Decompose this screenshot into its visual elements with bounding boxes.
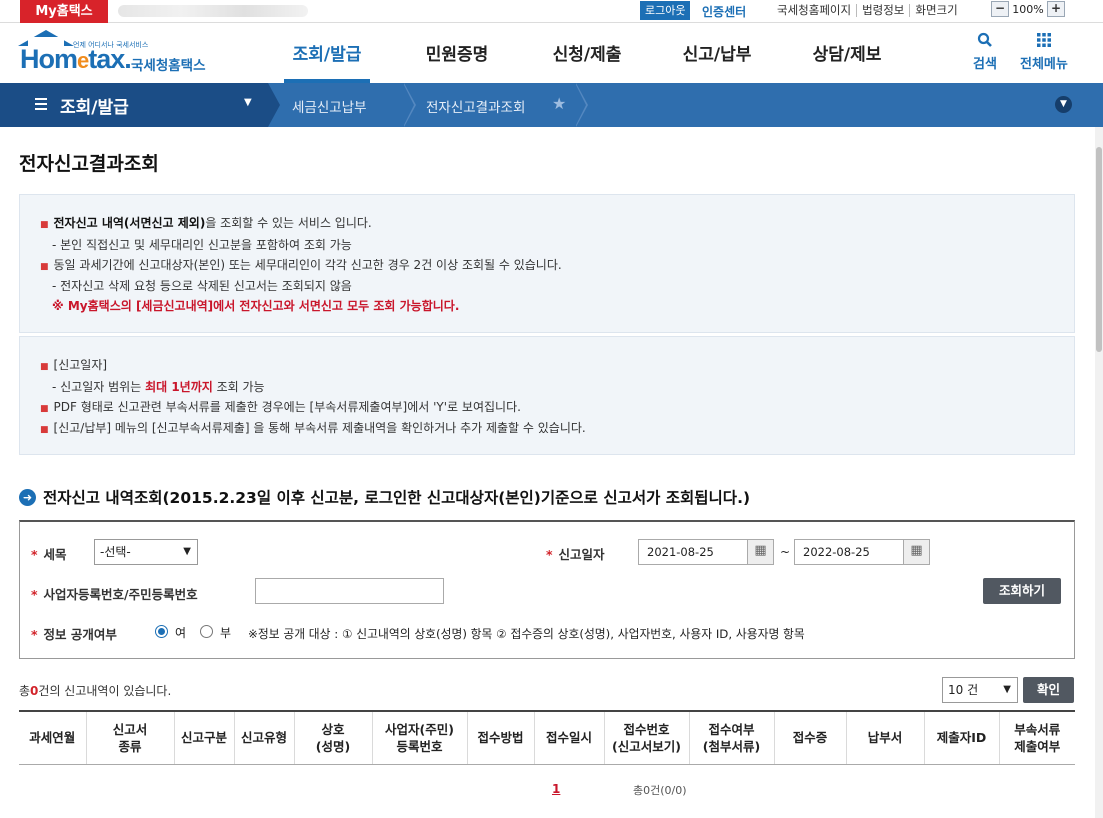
logo-wordmark: Hometax. bbox=[20, 44, 132, 74]
report-date-label: * 신고일자 bbox=[546, 547, 605, 562]
global-nav: 조회/발급 민원증명 신청/제출 신고/납부 상담/제보 bbox=[262, 24, 912, 83]
business-number-label: * 사업자등록번호/주민등록번호 bbox=[31, 587, 198, 602]
disclosure-yes-label[interactable]: 여 bbox=[175, 624, 186, 641]
column-header: 납부서 bbox=[846, 711, 925, 765]
gnb-inquiry-issue[interactable]: 조회/발급 bbox=[262, 24, 392, 83]
location-section-title: 조회/발급 bbox=[60, 98, 129, 118]
column-header: 접수여부 (첨부서류) bbox=[689, 711, 775, 765]
search-button[interactable]: 조회하기 bbox=[983, 578, 1061, 604]
redacted-user-info bbox=[118, 5, 308, 17]
arrow-right-circle-icon: ➜ bbox=[19, 488, 36, 506]
zoom-control: − 100% + bbox=[991, 1, 1065, 17]
pagination-summary: 총0건(0/0) bbox=[633, 784, 687, 797]
column-header: 접수방법 bbox=[467, 711, 535, 765]
search-form: * 세목 -선택- ▼ * 신고일자 2021-08-25 ▦ ~ 2022-08-2… bbox=[19, 520, 1075, 659]
info-pdf-line: PDF 형태로 신고관련 부속서류를 제출한 경우에는 [부속서류제출여부]에서… bbox=[53, 399, 521, 414]
gnb-apply-submit[interactable]: 신청/제출 bbox=[522, 24, 652, 83]
search-section-heading: ➜ 전자신고 내역조회(2015.2.23일 이후 신고분, 로그인한 신고대상… bbox=[19, 486, 750, 508]
law-info-link[interactable]: 법령정보 bbox=[856, 4, 909, 17]
info-service-sub1: - 본인 직접신고 및 세무대리인 신고분을 포함하여 조회 가능 bbox=[52, 237, 352, 252]
business-number-input[interactable] bbox=[255, 578, 444, 604]
scrollbar-thumb[interactable] bbox=[1096, 147, 1102, 352]
disclosure-no-radio[interactable] bbox=[200, 625, 213, 638]
page-scrollbar[interactable] bbox=[1095, 127, 1103, 818]
column-header: 상호 (성명) bbox=[294, 711, 373, 765]
tax-type-select[interactable]: -선택- ▼ bbox=[94, 539, 198, 565]
search-label: 검색 bbox=[973, 57, 997, 72]
logout-button[interactable]: 로그아웃 bbox=[640, 1, 691, 20]
my-hometax-tab[interactable]: My홈택스 bbox=[20, 0, 108, 23]
column-header: 부속서류 제출여부 bbox=[999, 711, 1075, 765]
caret-down-icon: ▼ bbox=[244, 97, 252, 108]
info-service-bold: 전자신고 내역(서면신고 제외) bbox=[53, 216, 206, 230]
date-to-input[interactable]: 2022-08-25 bbox=[794, 539, 904, 565]
info-date-heading: [신고일자] bbox=[53, 358, 108, 372]
disclosure-no-label[interactable]: 부 bbox=[220, 624, 231, 641]
info-attach-line: [신고/납부] 메뉴의 [신고부속서류제출] 을 통해 부속서류 제출내역을 확… bbox=[53, 421, 586, 436]
breadcrumb-tax-report[interactable]: 세금신고납부 bbox=[292, 96, 367, 116]
column-header: 접수증 bbox=[774, 711, 847, 765]
all-menu-button[interactable]: 전체메뉴 bbox=[1020, 32, 1068, 72]
breadcrumb-e-filing-result[interactable]: 전자신고결과조회 bbox=[426, 96, 525, 116]
search-section-title: 전자신고 내역조회(2015.2.23일 이후 신고분, 로그인한 신고대상자(… bbox=[43, 489, 751, 507]
chevron-down-icon: ▼ bbox=[1003, 684, 1011, 695]
nts-homepage-link[interactable]: 국세청홈페이지 bbox=[772, 4, 856, 17]
info-service-sub2: - 전자신고 삭제 요청 등으로 삭제된 신고서는 조회되지 않음 bbox=[52, 279, 352, 294]
pagination-page-1[interactable]: 1 bbox=[552, 782, 560, 796]
zoom-value: 100% bbox=[1012, 2, 1044, 16]
cert-center-link[interactable]: 인증센터 bbox=[702, 3, 746, 20]
hamburger-icon bbox=[35, 98, 47, 113]
location-section-dropdown[interactable]: 조회/발급 ▼ bbox=[0, 83, 268, 127]
date-range-tilde: ~ bbox=[780, 545, 791, 559]
page-size-select[interactable]: 10 건 ▼ bbox=[942, 677, 1018, 703]
hometax-logo[interactable]: 언제 어디서나 국세서비스 Hometax. 국세청홈택스 bbox=[18, 30, 218, 76]
site-header: 언제 어디서나 국세서비스 Hometax. 국세청홈택스 조회/발급 민원증명… bbox=[0, 24, 1103, 83]
disclosure-yes-radio[interactable] bbox=[155, 625, 168, 638]
all-menu-label: 전체메뉴 bbox=[1020, 57, 1068, 72]
result-count: 총0건의 신고내역이 있습니다. bbox=[19, 684, 172, 698]
location-bar: 조회/발급 ▼ 세금신고납부 전자신고결과조회 ★ ▼ bbox=[0, 83, 1103, 127]
gnb-report-pay[interactable]: 신고/납부 bbox=[652, 24, 782, 83]
zoom-in-button[interactable]: + bbox=[1047, 1, 1065, 17]
calendar-icon[interactable]: ▦ bbox=[903, 539, 930, 565]
gnb-certificates[interactable]: 민원증명 bbox=[392, 24, 522, 83]
column-header: 접수일시 bbox=[534, 711, 605, 765]
logo-korean-name: 국세청홈택스 bbox=[131, 58, 206, 74]
result-table: 과세연월 신고서 종류 신고구분 신고유형 상호 (성명) 사업자(주민) 등록번호 접수방법 접수… bbox=[19, 710, 1075, 765]
column-header: 신고구분 bbox=[174, 711, 235, 765]
column-header: 접수번호 (신고서보기) bbox=[604, 711, 690, 765]
gnb-consult-report[interactable]: 상담/제보 bbox=[782, 24, 912, 83]
utility-links: 국세청홈페이지 법령정보 화면크기 bbox=[772, 4, 963, 17]
screen-size-label: 화면크기 bbox=[909, 4, 962, 17]
info-box-date: ■ [신고일자] - 신고일자 범위는 최대 1년까지 조회 가능 ■ PDF 형태… bbox=[19, 336, 1075, 455]
disclosure-label: * 정보 공개여부 bbox=[31, 627, 117, 642]
confirm-button[interactable]: 확인 bbox=[1023, 677, 1074, 703]
chevron-down-icon[interactable]: ▼ bbox=[1055, 96, 1072, 113]
info-box-service: ■ 전자신고 내역(서면신고 제외)을 조회할 수 있는 서비스 입니다. - 본… bbox=[19, 194, 1075, 333]
column-header: 사업자(주민) 등록번호 bbox=[372, 711, 468, 765]
column-header: 과세연월 bbox=[19, 711, 87, 765]
info-date-max-range: 최대 1년까지 bbox=[145, 379, 213, 394]
column-header: 신고서 종류 bbox=[86, 711, 175, 765]
search-icon bbox=[973, 32, 997, 53]
header-search-button[interactable]: 검색 bbox=[973, 32, 997, 72]
tax-type-label: * 세목 bbox=[31, 547, 67, 562]
info-service-notice: ※ My홈택스의 [세금신고내역]에서 전자신고와 서면신고 모두 조회 가능합… bbox=[52, 299, 460, 314]
column-header: 제출자ID bbox=[924, 711, 1000, 765]
chevron-down-icon: ▼ bbox=[183, 546, 191, 557]
zoom-out-button[interactable]: − bbox=[991, 1, 1009, 17]
disclosure-note: ※정보 공개 대상 : ① 신고내역의 상호(성명) 항목 ② 접수증의 상호(… bbox=[248, 627, 805, 641]
utility-bar: My홈택스 로그아웃 인증센터 국세청홈페이지 법령정보 화면크기 − 100%… bbox=[0, 0, 1103, 23]
info-service-line3: 동일 과세기간에 신고대상자(본인) 또는 세무대리인이 각각 신고한 경우 2… bbox=[53, 257, 562, 272]
grid-menu-icon bbox=[1020, 32, 1068, 53]
page-title: 전자신고결과조회 bbox=[19, 153, 159, 175]
date-from-input[interactable]: 2021-08-25 bbox=[638, 539, 748, 565]
column-header: 신고유형 bbox=[234, 711, 295, 765]
favorite-star-icon[interactable]: ★ bbox=[552, 94, 566, 113]
info-service-text: 을 조회할 수 있는 서비스 입니다. bbox=[205, 216, 372, 230]
table-header-row: 과세연월 신고서 종류 신고구분 신고유형 상호 (성명) 사업자(주민) 등록번호 접수방법 접수… bbox=[19, 711, 1075, 765]
calendar-icon[interactable]: ▦ bbox=[747, 539, 774, 565]
